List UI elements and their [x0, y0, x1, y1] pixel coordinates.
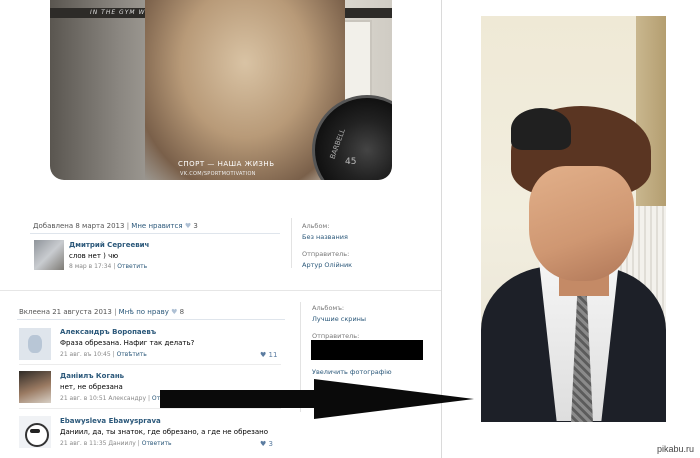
post2-added: Вклеена 21 августа 2013 — [19, 308, 112, 316]
comment-like-count: 11 — [268, 351, 278, 359]
kippah — [511, 108, 571, 150]
comment-text: слов нет ) чю — [69, 252, 119, 260]
sender-link[interactable]: Артур Олійник — [302, 260, 352, 271]
album-label: Альбомъ: — [312, 304, 345, 312]
post2-sidebar: Альбомъ: Лучшие скрины Отправитель: — [312, 303, 366, 342]
post1-sidebar: Альбом: Без названия Отправитель: Артур … — [302, 221, 352, 271]
divider — [19, 408, 281, 409]
reply-link[interactable]: Отвѣтить — [117, 351, 147, 358]
arrow-right-icon — [314, 379, 474, 419]
watermark: pikabu.ru — [656, 444, 694, 454]
avatar[interactable] — [19, 416, 51, 448]
post1-like-count: 3 — [193, 222, 198, 230]
enlarge-photo-link[interactable]: Увеличить фотографію — [312, 368, 392, 376]
arrow-shaft — [160, 390, 320, 408]
heart-icon: ♥ — [260, 351, 267, 359]
comment-time: 21 авг. в 10:51 Александру — [60, 395, 147, 402]
comment-author[interactable]: Дмитрий Сергеевич — [69, 241, 149, 249]
redacted-sender — [311, 340, 423, 360]
separator: | — [147, 395, 150, 402]
post1-like-button[interactable]: Мне нравится — [131, 222, 182, 230]
avatar[interactable] — [34, 240, 64, 270]
photo-caption: СПОРТ — НАША ЖИЗНЬ — [178, 160, 275, 168]
separator: | — [114, 308, 117, 316]
separator: | — [112, 351, 115, 358]
comment-time: 21 авг. в 11:35 Даниилу — [60, 440, 136, 447]
sender-label: Отправитель: — [302, 250, 350, 258]
divider — [30, 233, 280, 234]
comment-text: нет, не обрезана — [60, 383, 123, 391]
avatar[interactable] — [19, 371, 51, 403]
separator: | — [126, 222, 130, 230]
comment-meta: 21 авг. въ 10:45 | Отвѣтить — [60, 351, 147, 358]
comment-like-count: 3 — [268, 440, 273, 448]
sidebar-divider — [291, 218, 292, 268]
album-label: Альбом: — [302, 222, 330, 230]
separator: | — [113, 263, 116, 270]
heart-icon: ♥ — [260, 440, 267, 448]
heart-icon: ♥ — [171, 308, 178, 316]
plate-number: 45 — [345, 157, 357, 167]
post1-info-row: Добавлена 8 марта 2013 | Мне нравится ♥ … — [33, 222, 198, 230]
portrait-photo — [481, 16, 666, 422]
heart-icon: ♥ — [184, 222, 192, 230]
reply-link[interactable]: Ответить — [117, 263, 147, 270]
comment-time: 8 мар в 17:34 — [69, 263, 112, 270]
workout-photo[interactable]: IN THE GYM WHERE CHAMPIONS WORKOUT BARBE… — [50, 0, 392, 180]
post2-info-row: Вклеена 21 августа 2013 | Мнѣ по нраву ♥… — [19, 308, 184, 316]
comment-text: Фраза обрезана. Нафиг так делать? — [60, 339, 195, 347]
reply-link[interactable]: Ответить — [142, 440, 172, 447]
face — [529, 166, 634, 281]
comment-text: Даниил, да, ты знаток, где обрезано, а г… — [60, 428, 269, 436]
divider — [19, 364, 281, 365]
photo-caption-sub: VK.COM/SPORTMOTIVATION — [180, 171, 256, 177]
post1-added: Добавлена 8 марта 2013 — [33, 222, 125, 230]
avatar[interactable] — [19, 328, 51, 360]
comment-likes[interactable]: ♥ 11 — [260, 351, 277, 359]
album-link[interactable]: Лучшие скрины — [312, 314, 366, 325]
comment-meta: 21 авг. в 11:35 Даниилу | Ответить — [60, 440, 172, 447]
comment-author[interactable]: Даніилъ Когань — [60, 372, 124, 380]
comment-author[interactable]: Ebawysleva Ebawysprava — [60, 417, 161, 425]
post2-like-button[interactable]: Мнѣ по нраву — [119, 308, 169, 316]
comment-author[interactable]: Александръ Воропаевъ — [60, 328, 156, 336]
comment-time: 21 авг. въ 10:45 — [60, 351, 111, 358]
section-divider — [0, 290, 441, 291]
comment-meta: 8 мар в 17:34 | Ответить — [69, 263, 147, 270]
separator: | — [137, 440, 140, 447]
comment-likes[interactable]: ♥ 3 — [260, 440, 273, 448]
divider — [17, 319, 285, 320]
album-link[interactable]: Без названия — [302, 232, 352, 243]
post2-like-count: 8 — [179, 308, 185, 316]
